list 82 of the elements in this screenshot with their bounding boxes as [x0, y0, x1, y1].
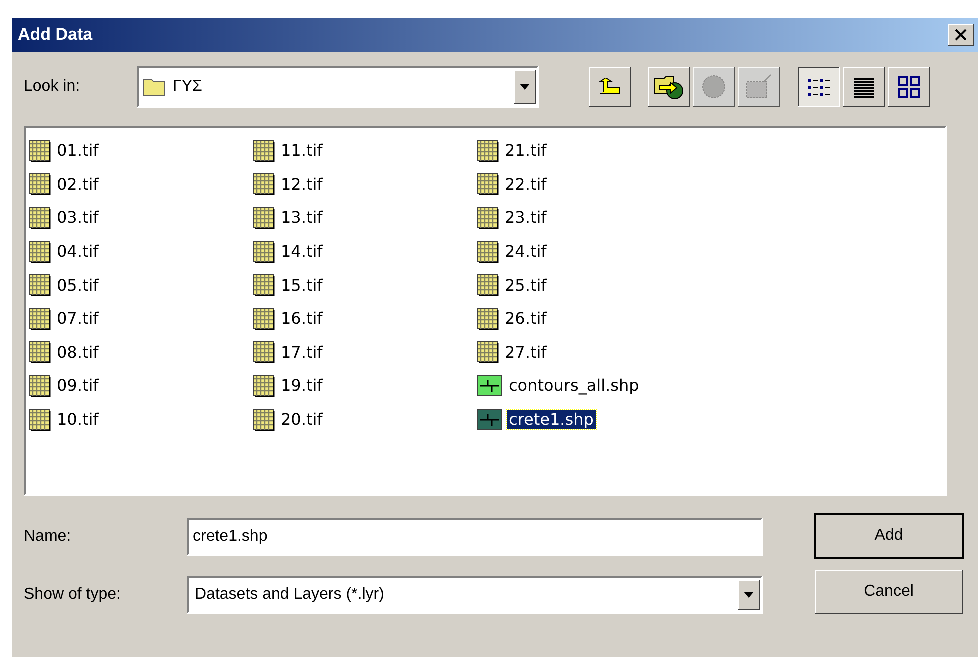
- file-item[interactable]: 20.tif: [279, 410, 325, 430]
- file-item[interactable]: 01.tif: [55, 141, 101, 160]
- close-button[interactable]: [948, 24, 974, 46]
- list-view-icon: [807, 76, 831, 98]
- line-layer-icon: [477, 408, 503, 431]
- file-item[interactable]: 08.tif: [55, 342, 101, 362]
- file-item[interactable]: 11.tif: [279, 141, 325, 160]
- raster-grid-icon: [29, 173, 51, 196]
- raster-grid-icon: [29, 341, 51, 364]
- raster-grid-icon: [477, 173, 499, 196]
- caret-icon: [520, 84, 530, 90]
- up-folder-icon: [598, 78, 622, 96]
- file-item[interactable]: 16.tif: [279, 309, 325, 328]
- raster-grid-icon: [29, 240, 51, 263]
- file-item[interactable]: 07.tif: [55, 309, 101, 328]
- toolbar-button[interactable]: [589, 67, 631, 107]
- raster-grid-icon: [253, 274, 275, 296]
- close-icon: [955, 29, 967, 41]
- raster-grid-icon: [253, 140, 275, 162]
- dialog-button[interactable]: Add: [815, 514, 963, 558]
- raster-grid-icon: [477, 274, 499, 296]
- raster-grid-icon: [477, 240, 499, 263]
- file-item[interactable]: 21.tif: [503, 141, 549, 160]
- dropdown-button[interactable]: [738, 580, 760, 610]
- raster-grid-icon: [477, 140, 499, 162]
- file-item[interactable]: 25.tif: [503, 276, 549, 295]
- file-item[interactable]: 02.tif: [55, 174, 101, 194]
- raster-grid-icon: [29, 140, 51, 162]
- raster-grid-icon: [29, 308, 51, 330]
- view-button[interactable]: [798, 67, 840, 107]
- caret-icon: [744, 592, 754, 598]
- raster-grid-icon: [29, 274, 51, 296]
- file-item[interactable]: 04.tif: [55, 242, 101, 262]
- file-item[interactable]: 17.tif: [279, 342, 325, 362]
- dropdown-button[interactable]: [514, 70, 536, 104]
- line-layer-icon: [477, 374, 503, 397]
- raster-grid-icon: [253, 341, 275, 364]
- raster-grid-icon: [253, 374, 275, 397]
- name-field[interactable]: crete1.shp: [187, 518, 763, 556]
- raster-grid-icon: [253, 308, 275, 330]
- connect-folder-icon: [654, 74, 684, 100]
- folder-icon: [143, 77, 167, 97]
- look-in-value: ΓΥΣ: [173, 78, 204, 96]
- file-item[interactable]: 24.tif: [503, 242, 549, 262]
- raster-grid-icon: [29, 408, 51, 431]
- type-label: Show of type:: [24, 586, 122, 604]
- file-item[interactable]: 12.tif: [279, 174, 325, 194]
- file-item[interactable]: 14.tif: [279, 242, 325, 262]
- raster-grid-icon: [477, 308, 499, 330]
- file-item[interactable]: 03.tif: [55, 208, 101, 228]
- window-title: Add Data: [18, 25, 93, 45]
- file-item[interactable]: 10.tif: [55, 410, 101, 430]
- thumbnails-view-icon: [897, 75, 921, 99]
- raster-grid-icon: [29, 206, 51, 229]
- name-label: Name:: [24, 528, 72, 546]
- file-item[interactable]: 19.tif: [279, 376, 325, 396]
- type-value: Datasets and Layers (*.lyr): [195, 586, 386, 604]
- look-in-dropdown[interactable]: ΓΥΣ: [137, 66, 539, 108]
- file-item[interactable]: crete1.shp: [507, 410, 596, 430]
- file-item[interactable]: 27.tif: [503, 342, 549, 362]
- database-icon: [744, 74, 774, 100]
- file-item[interactable]: 15.tif: [279, 276, 325, 295]
- file-item[interactable]: 09.tif: [55, 376, 101, 396]
- file-item[interactable]: 13.tif: [279, 208, 325, 228]
- raster-grid-icon: [253, 240, 275, 263]
- raster-grid-icon: [29, 374, 51, 397]
- toolbar-button[interactable]: [648, 67, 690, 107]
- raster-grid-icon: [253, 206, 275, 229]
- raster-grid-icon: [477, 341, 499, 364]
- file-item[interactable]: 26.tif: [503, 309, 549, 328]
- file-item[interactable]: contours_all.shp: [507, 376, 642, 396]
- type-dropdown[interactable]: Datasets and Layers (*.lyr): [187, 576, 763, 614]
- file-item[interactable]: 22.tif: [503, 174, 549, 194]
- globe-icon: [700, 74, 728, 100]
- file-item[interactable]: 05.tif: [55, 276, 101, 295]
- details-view-icon: [853, 76, 875, 98]
- dialog-button[interactable]: Cancel: [815, 570, 963, 614]
- raster-grid-icon: [253, 408, 275, 431]
- raster-grid-icon: [477, 206, 499, 229]
- raster-grid-icon: [253, 173, 275, 196]
- look-in-label: Look in:: [24, 78, 82, 96]
- file-item[interactable]: 23.tif: [503, 208, 549, 228]
